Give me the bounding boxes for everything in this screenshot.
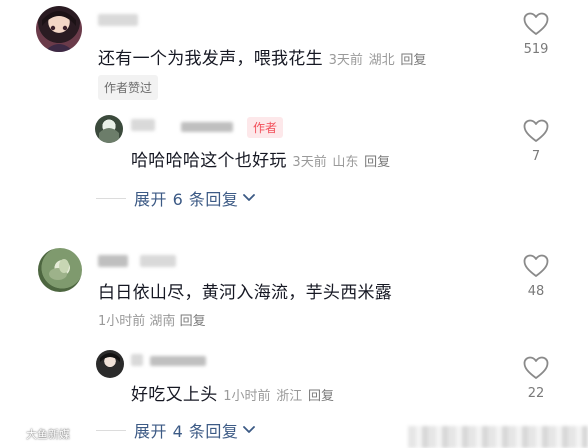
avatar[interactable] [95,115,123,143]
heart-outline-icon [523,12,549,35]
heart-outline-icon [523,356,549,379]
chevron-down-icon [243,194,256,201]
reply-text: 好吃又上头 1小时前 浙江 回复 [131,385,334,405]
username-redacted [98,255,128,267]
redacted-area [408,426,588,448]
expand-replies-label: 展开 4 条回复 [134,422,239,441]
like-button[interactable]: 519 [516,12,556,57]
avatar[interactable] [96,350,124,378]
reply-button[interactable]: 回复 [308,389,334,404]
reply-button[interactable]: 回复 [400,53,426,68]
like-button[interactable]: 48 [516,254,556,299]
comment-text: 还有一个为我发声，喂我花生 3天前 湖北 回复 [98,49,427,69]
comment-time: 3天前 [328,53,363,68]
comment-text: 白日依山尽，黄河入海流，芋头西米露 [98,283,393,303]
like-count: 22 [527,386,545,401]
divider [96,429,126,431]
username-redacted [140,255,176,267]
divider [96,197,126,199]
comment-location: 湖南 [149,314,176,329]
avatar[interactable] [38,248,82,292]
reply-location: 山东 [332,155,359,170]
username-redacted [150,356,206,366]
like-count: 48 [527,284,545,299]
username-redacted [181,122,233,132]
reply-location: 浙江 [276,389,303,404]
username-redacted [131,119,155,131]
reply-time: 1小时前 [223,389,271,404]
weibo-logo-icon [6,428,23,441]
reply-time: 3天前 [292,155,327,170]
username-redacted [131,354,143,366]
reply-text: 哈哈哈哈这个也好玩 3天前 山东 回复 [131,151,391,171]
watermark-text: 大鱼新媒 [26,428,70,441]
chevron-down-icon [243,426,256,433]
comment-location: 湖北 [368,53,395,68]
heart-outline-icon [523,254,549,277]
comment-time: 1小时前 [98,314,146,329]
author-liked-badge: 作者赞过 [98,75,159,100]
like-count: 7 [531,149,541,164]
reply-button[interactable]: 回复 [180,314,206,329]
avatar[interactable] [36,6,82,52]
watermark: 大鱼新媒 [6,426,70,442]
comment-meta: 1小时前 湖南 回复 [98,310,206,329]
expand-replies-button[interactable]: 展开 6 条回复 [96,186,256,210]
username-redacted [98,14,138,26]
expand-replies-button[interactable]: 展开 4 条回复 [96,418,256,442]
like-button[interactable]: 7 [516,119,556,164]
expand-replies-label: 展开 6 条回复 [134,190,239,209]
like-count: 519 [523,42,549,57]
heart-outline-icon [523,119,549,142]
like-button[interactable]: 22 [516,356,556,401]
author-tag: 作者 [247,117,284,138]
reply-button[interactable]: 回复 [364,155,390,170]
